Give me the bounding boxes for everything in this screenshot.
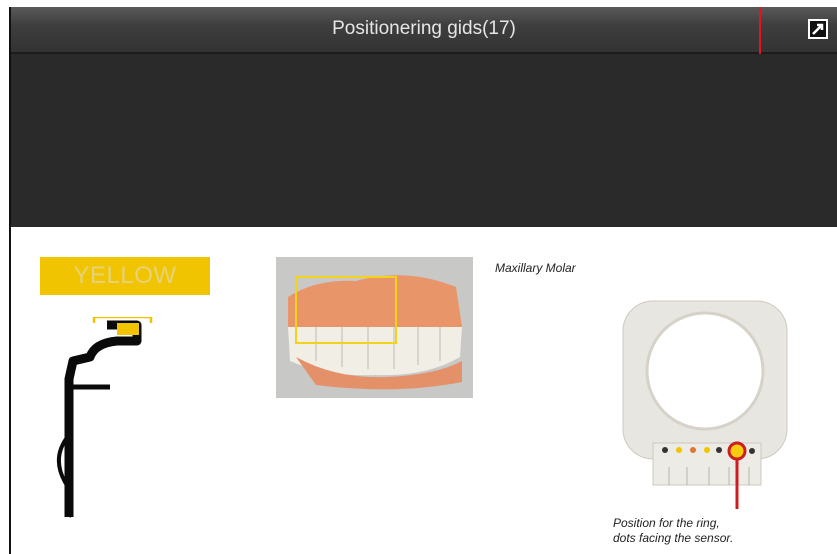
molar-model-image [276,257,473,398]
sensor-holder-image [57,317,153,518]
guide-content: YELLOW Maxillary Molar Position for the … [11,227,837,554]
positioning-guide-window: Positionering gids(17) YELLOW Maxillary … [9,7,837,554]
window-title: Positionering gids(17) [332,18,516,39]
ring-note-line-1: Position for the ring, [613,516,720,530]
color-label: YELLOW [40,257,210,295]
ring-note-line-2: dots facing the sensor. [613,531,734,545]
top-strip [0,0,837,7]
teeth-caption: Maxillary Molar [495,261,576,275]
dark-panel [11,54,837,227]
ring-position-note: Position for the ring, dots facing the s… [613,516,733,546]
title-bar: Positionering gids(17) [11,7,837,87]
aiming-ring-image [622,300,788,509]
